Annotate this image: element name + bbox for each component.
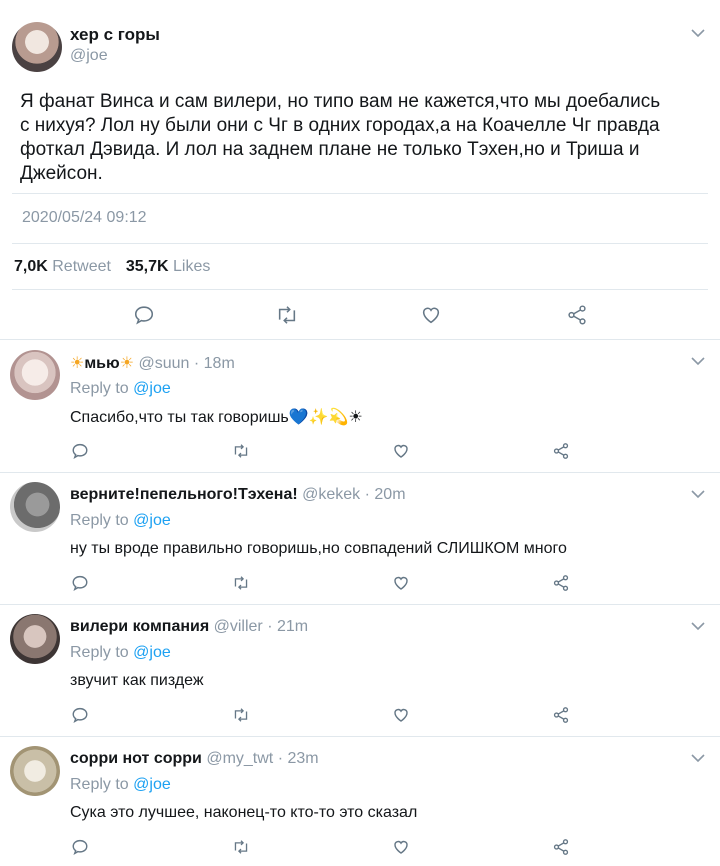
reply-text: Спасибо,что ты так говоришь💙✨💫☀ <box>70 409 363 426</box>
divider <box>0 339 720 340</box>
reply-author-handle[interactable]: @suun <box>138 355 189 372</box>
reply-context: Reply to @joe <box>70 644 171 662</box>
reply-author-name[interactable]: мью <box>84 355 119 372</box>
author-avatar[interactable] <box>12 22 62 72</box>
like-icon[interactable] <box>391 441 411 461</box>
chevron-down-icon[interactable] <box>690 619 706 633</box>
reply-author-handle[interactable]: @viller <box>214 618 263 635</box>
reply-emoji: 💙✨💫☀ <box>288 409 363 426</box>
reply-author-handle[interactable]: @kekek <box>302 486 360 503</box>
reply-to-handle[interactable]: @joe <box>133 512 171 529</box>
likes-label[interactable]: Likes <box>173 258 210 275</box>
author-name[interactable]: хер с горы <box>70 25 160 45</box>
share-icon[interactable] <box>551 441 571 461</box>
reply-header: сорри нот сорри @my_twt · 23m <box>70 750 319 768</box>
divider <box>12 289 708 290</box>
author-handle[interactable]: @joe <box>70 47 108 65</box>
like-icon[interactable] <box>391 573 411 593</box>
reply-header: ☀мью☀ @suun · 18m <box>70 353 235 373</box>
share-icon[interactable] <box>551 705 571 725</box>
reply-text: ну ты вроде правильно говоришь,но совпад… <box>70 540 567 557</box>
reply-icon[interactable] <box>132 303 156 327</box>
sun-icon: ☀ <box>70 355 85 372</box>
retweet-icon[interactable] <box>231 837 251 857</box>
retweet-icon[interactable] <box>231 441 251 461</box>
reply-text: звучит как пиздеж <box>70 672 204 689</box>
tweet-text-line: с нихуя? Лол ну были они с Чг в одних го… <box>20 115 660 136</box>
chevron-down-icon[interactable] <box>690 751 706 765</box>
share-icon[interactable] <box>565 303 589 327</box>
likes-count[interactable]: 35,7K <box>126 258 169 275</box>
reply-avatar[interactable] <box>10 614 60 664</box>
retweet-icon[interactable] <box>231 705 251 725</box>
chevron-down-icon[interactable] <box>690 487 706 501</box>
reply-avatar[interactable] <box>10 350 60 400</box>
retweet-icon[interactable] <box>274 303 300 327</box>
reply-time: · 23m <box>277 750 319 767</box>
reply-author-name[interactable]: верните!пепельного!Тэхена! <box>70 486 298 503</box>
divider <box>0 472 720 473</box>
reply-time: · 18m <box>193 355 235 372</box>
reply-avatar[interactable] <box>10 746 60 796</box>
divider <box>0 736 720 737</box>
chevron-down-icon[interactable] <box>690 26 706 40</box>
reply-author-handle[interactable]: @my_twt <box>206 750 273 767</box>
reply-context: Reply to @joe <box>70 512 171 530</box>
reply-to-handle[interactable]: @joe <box>133 644 171 661</box>
reply-to-label: Reply to <box>70 512 129 529</box>
reply-context: Reply to @joe <box>70 380 171 398</box>
reply-avatar[interactable] <box>10 482 60 532</box>
reply-header: верните!пепельного!Тэхена! @kekek · 20m <box>70 486 406 504</box>
retweets-label[interactable]: Retweet <box>52 258 111 275</box>
divider <box>12 193 708 194</box>
tweet-timestamp: 2020/05/24 09:12 <box>22 209 147 226</box>
reply-header: вилери компания @viller · 21m <box>70 618 308 636</box>
sun-icon: ☀ <box>119 355 135 372</box>
reply-icon[interactable] <box>70 837 90 857</box>
chevron-down-icon[interactable] <box>690 354 706 368</box>
share-icon[interactable] <box>551 837 571 857</box>
reply-author-name[interactable]: сорри нот сорри <box>70 750 202 767</box>
like-icon[interactable] <box>391 705 411 725</box>
retweet-icon[interactable] <box>231 573 251 593</box>
share-icon[interactable] <box>551 573 571 593</box>
reply-to-handle[interactable]: @joe <box>133 776 171 793</box>
reply-to-label: Reply to <box>70 776 129 793</box>
reply-icon[interactable] <box>70 705 90 725</box>
reply-icon[interactable] <box>70 441 90 461</box>
reply-author-name[interactable]: вилери компания <box>70 618 209 635</box>
tweet-text-line: Джейсон. <box>20 163 103 184</box>
reply-to-handle[interactable]: @joe <box>133 380 171 397</box>
reply-text: Сука это лучшее, наконец-то кто-то это с… <box>70 804 418 821</box>
like-icon[interactable] <box>419 303 443 327</box>
reply-to-label: Reply to <box>70 644 129 661</box>
tweet-stats: 7,0K Retweet 35,7K Likes <box>14 258 210 276</box>
reply-to-label: Reply to <box>70 380 129 397</box>
tweet-text-line: фоткал Дэвида. И лол на заднем плане не … <box>20 139 640 160</box>
reply-time: · 21m <box>267 618 309 635</box>
like-icon[interactable] <box>391 837 411 857</box>
tweet-text-line: Я фанат Винса и сам вилери, но типо вам … <box>20 91 661 112</box>
reply-icon[interactable] <box>70 573 90 593</box>
divider <box>12 243 708 244</box>
divider <box>0 604 720 605</box>
reply-time: · 20m <box>364 486 406 503</box>
retweets-count[interactable]: 7,0K <box>14 258 48 275</box>
reply-context: Reply to @joe <box>70 776 171 794</box>
